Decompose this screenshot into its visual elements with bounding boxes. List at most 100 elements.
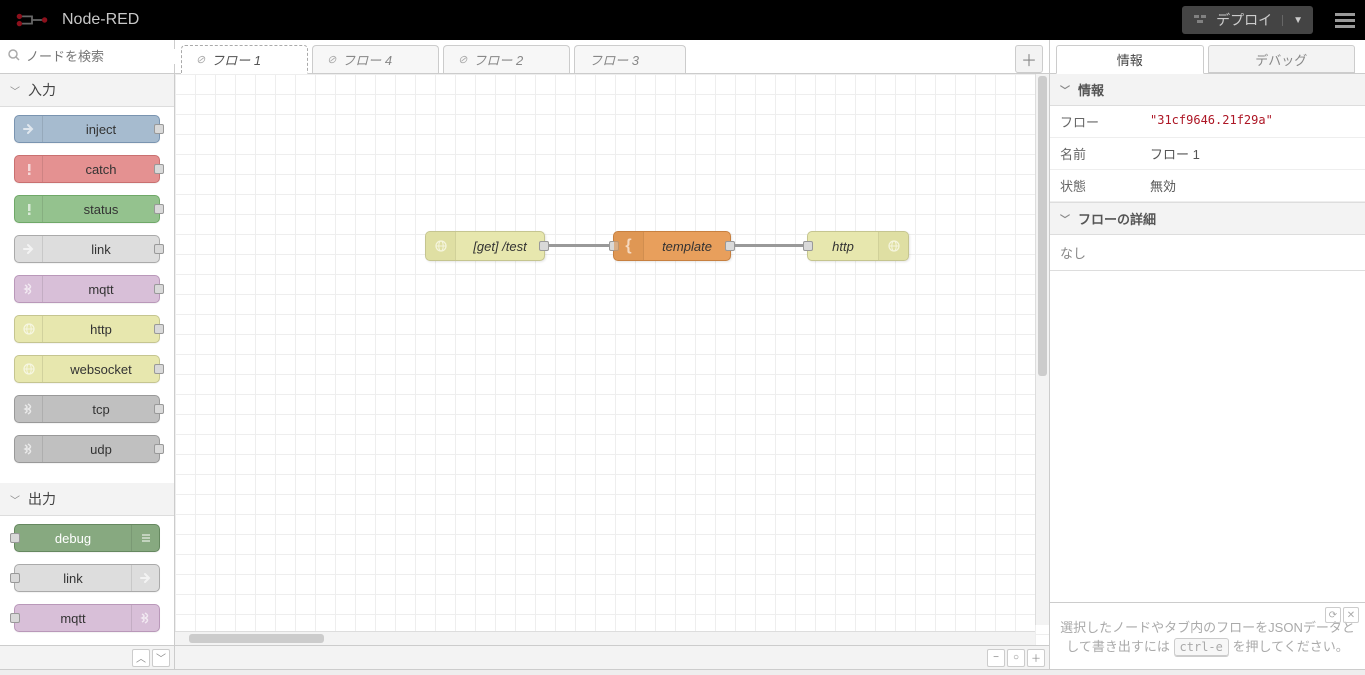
flow-tab-label: フロー 2 [473,50,523,69]
sidebar-info-section-header[interactable]: ﹀ 情報 [1050,74,1365,106]
palette-node-link[interactable]: link [14,564,160,592]
bars-icon [131,525,159,551]
palette-node-inject[interactable]: inject [14,115,160,143]
node-output-port[interactable] [725,241,735,251]
node-output-port[interactable] [539,241,549,251]
zoom-out-button[interactable]: − [987,649,1005,667]
palette-node-udp[interactable]: udp [14,435,160,463]
palette-footer: ︿ ﹀ [0,645,174,669]
palette-category-header[interactable]: ﹀ 入力 [0,74,174,107]
node-input-port[interactable] [803,241,813,251]
sidebar-tab-情報[interactable]: 情報 [1056,45,1204,74]
palette-node-link[interactable]: link [14,235,160,263]
palette-node-label: catch [43,162,159,177]
node-input-port[interactable] [10,573,20,583]
menu-button[interactable] [1325,0,1365,40]
sidebar-detail-section-header[interactable]: ﹀ フローの詳細 [1050,203,1365,235]
arrow-icon [15,116,43,142]
sidebar: 情報デバッグ ﹀ 情報 フロー"31cf9646.21f29a"名前フロー 1状… [1049,40,1365,669]
node-output-port[interactable] [154,444,164,454]
palette-category-header[interactable]: ﹀ 出力 [0,483,174,516]
sidebar-detail-title: フローの詳細 [1078,209,1156,228]
flow-tab[interactable]: ⊘ フロー 2 [443,45,570,73]
flow-node[interactable]: [get] /test [425,231,545,261]
globe-icon [426,232,456,260]
sidebar-detail-body: なし [1050,235,1365,270]
canvas-vertical-scrollbar[interactable] [1035,74,1049,625]
deploy-button[interactable]: デプロイ ▼ [1182,6,1313,34]
flow-tabs: ⊘フロー 1⊘フロー 4⊘フロー 2フロー 3＋ [175,40,1049,74]
node-output-port[interactable] [154,204,164,214]
palette-node-label: mqtt [15,611,131,626]
flow-node[interactable]: {template [613,231,731,261]
node-output-port[interactable] [154,404,164,414]
zoom-reset-button[interactable]: ○ [1007,649,1025,667]
search-icon [8,49,20,64]
deploy-label: デプロイ [1216,10,1272,30]
palette-node-label: udp [43,442,159,457]
info-value: フロー 1 [1140,138,1365,170]
app-logo [8,0,56,40]
palette-category-label: 入力 [28,80,56,100]
tip-text-post: を押してください。 [1233,639,1349,654]
bang-icon [15,156,43,182]
chevron-down-icon: ﹀ [1060,211,1070,226]
node-output-port[interactable] [154,124,164,134]
app-header: Node-RED デプロイ ▼ [0,0,1365,40]
flow-tab[interactable]: ⊘フロー 1 [181,45,308,74]
palette-collapse-button[interactable]: ︿ [132,649,150,667]
brace-icon: { [614,232,644,260]
palette-node-debug[interactable]: debug [14,524,160,552]
zoom-in-button[interactable]: ＋ [1027,649,1045,667]
flow-canvas[interactable]: [get] /test {template http [175,74,1049,645]
info-key: 状態 [1050,170,1140,202]
node-output-port[interactable] [154,284,164,294]
add-flow-tab-button[interactable]: ＋ [1015,45,1043,73]
node-input-port[interactable] [10,533,20,543]
flow-node-label: http [808,239,878,254]
bang-icon [15,196,43,222]
hamburger-icon [1335,19,1355,22]
wave-icon [15,436,43,462]
palette-node-tcp[interactable]: tcp [14,395,160,423]
chevron-down-icon: ﹀ [10,492,20,507]
node-wire[interactable] [731,244,807,247]
deploy-icon [1192,12,1208,28]
disabled-icon: ⊘ [458,53,467,66]
flow-tab-label: フロー 3 [589,50,639,69]
palette-node-label: status [43,202,159,217]
flow-node[interactable]: http [807,231,909,261]
node-output-port[interactable] [154,324,164,334]
palette-expand-button[interactable]: ﹀ [152,649,170,667]
node-input-port[interactable] [10,613,20,623]
node-output-port[interactable] [154,244,164,254]
palette-node-status[interactable]: status [14,195,160,223]
canvas-horizontal-scrollbar[interactable] [175,631,1035,645]
workspace: ⊘フロー 1⊘フロー 4⊘フロー 2フロー 3＋ [get] /test{tem… [175,40,1049,669]
palette-search [0,40,174,74]
flow-tab[interactable]: ⊘フロー 4 [312,45,439,73]
node-output-port[interactable] [154,364,164,374]
flow-tab[interactable]: フロー 3 [574,45,686,73]
node-output-port[interactable] [154,164,164,174]
chevron-down-icon: ﹀ [10,83,20,98]
tip-close-button[interactable]: ✕ [1343,607,1359,623]
deploy-caret-icon[interactable]: ▼ [1282,15,1303,26]
palette-node-mqtt[interactable]: mqtt [14,604,160,632]
node-wire[interactable] [545,244,613,247]
palette-node-label: link [15,571,131,586]
palette-category-label: 出力 [28,489,56,509]
sidebar-tab-デバッグ[interactable]: デバッグ [1208,45,1356,73]
workspace-footer: − ○ ＋ [175,645,1049,669]
tip-refresh-button[interactable]: ⟳ [1325,607,1341,623]
sidebar-tip: ⟳ ✕ 選択したノードやタブ内のフローをJSONデータとして書き出すには ctr… [1050,602,1365,669]
palette-node-websocket[interactable]: websocket [14,355,160,383]
info-key: 名前 [1050,138,1140,170]
flow-tab-label: フロー 4 [342,50,392,69]
palette-node-catch[interactable]: catch [14,155,160,183]
palette-node-label: debug [15,531,131,546]
palette-node-mqtt[interactable]: mqtt [14,275,160,303]
disabled-icon: ⊘ [196,53,205,66]
palette-node-http[interactable]: http [14,315,160,343]
flow-node-label: template [644,239,730,254]
